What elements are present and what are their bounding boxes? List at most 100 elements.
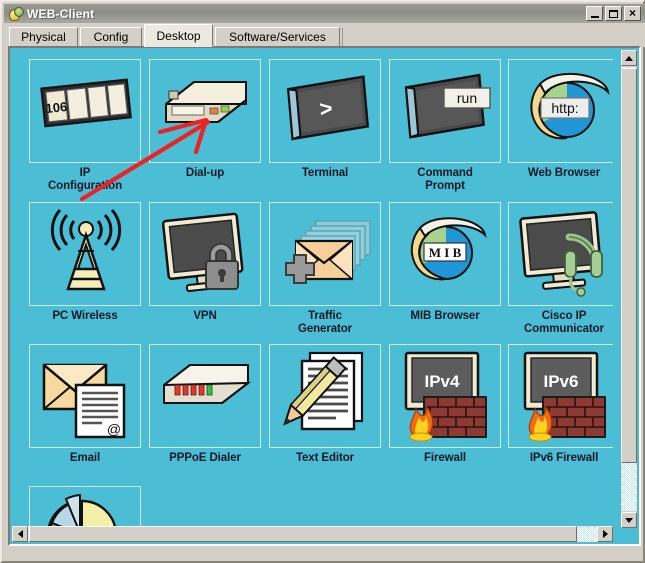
vpn-iconbox[interactable] <box>149 202 261 306</box>
pc-wireless-antenna-icon <box>50 209 122 291</box>
label-line-1: Firewall <box>423 452 467 464</box>
horizontal-scroll-thumb[interactable] <box>29 526 577 542</box>
label-line-1: Cisco IP <box>541 310 587 322</box>
email-envelope-icon: @ <box>42 363 126 439</box>
desktop-item-web-browser[interactable]: http: Web Browser <box>508 59 613 180</box>
pppoe-dialer-icon <box>163 364 252 404</box>
web-browser-iconbox[interactable]: http: <box>508 59 613 163</box>
desktop-item-command-prompt[interactable]: run Command Prompt <box>389 59 501 193</box>
text-editor-iconbox[interactable] <box>269 344 381 448</box>
pie-chart-iconbox[interactable] <box>29 486 141 528</box>
desktop-item-label: Terminal <box>269 167 381 180</box>
traffic-generator-icon <box>285 220 371 284</box>
dial-up-modem-icon <box>165 81 247 123</box>
label-line-1: MIB Browser <box>410 310 480 322</box>
web-client-window: WEB-Client × Physical Config Desktop Sof… <box>0 0 645 563</box>
desktop-item-label: Traffic Generator <box>269 310 381 336</box>
firewall-icon: IPv4 <box>404 351 487 442</box>
desktop-item-label: PPPoE Dialer <box>149 452 261 465</box>
terminal-badge: > <box>319 95 334 121</box>
mib-browser-globe-icon: M I B <box>410 217 487 281</box>
desktop-item-pppoe-dialer[interactable]: PPPoE Dialer <box>149 344 261 465</box>
packet-tracer-icon <box>8 6 24 21</box>
ipv6-firewall-badge: IPv6 <box>544 372 579 391</box>
label-line-1: Terminal <box>301 167 349 179</box>
desktop-item-traffic-generator[interactable]: Traffic Generator <box>269 202 381 336</box>
close-button[interactable]: × <box>624 6 641 21</box>
label-line-2: Generator <box>297 323 353 335</box>
label-line-1: PPPoE Dialer <box>169 452 241 464</box>
tab-separator <box>342 28 343 46</box>
desktop-item-label: Text Editor <box>269 452 381 465</box>
web-browser-badge: http: <box>551 100 578 116</box>
desktop-item-ip-configuration[interactable]: 106 IP Configuration <box>29 59 141 193</box>
pie-chart-icon <box>47 493 117 528</box>
mib-browser-iconbox[interactable]: M I B <box>389 202 501 306</box>
minimize-button[interactable] <box>586 6 603 21</box>
pppoe-dialer-iconbox[interactable] <box>149 344 261 448</box>
cisco-ip-communicator-icon <box>519 211 603 297</box>
desktop-item-mib-browser[interactable]: M I B MIB Browser <box>389 202 501 323</box>
chevron-right-icon <box>602 530 608 538</box>
desktop-item-terminal[interactable]: > Terminal <box>269 59 381 180</box>
firewall-iconbox[interactable]: IPv4 <box>389 344 501 448</box>
maximize-button[interactable] <box>605 6 622 21</box>
vpn-monitor-lock-icon <box>161 212 244 292</box>
ipv6-firewall-iconbox[interactable]: IPv6 <box>508 344 613 448</box>
ip-configuration-iconbox[interactable]: 106 <box>29 59 141 163</box>
desktop-item-label: VPN <box>149 310 261 323</box>
window-title: WEB-Client <box>27 6 95 21</box>
chevron-left-icon <box>17 530 23 538</box>
terminal-iconbox[interactable]: > <box>269 59 381 163</box>
tab-desktop[interactable]: Desktop <box>144 24 213 47</box>
vertical-scrollbar[interactable] <box>621 50 637 528</box>
label-line-1: IPv6 Firewall <box>529 452 599 464</box>
dial-up-iconbox[interactable] <box>149 59 261 163</box>
tab-software-services[interactable]: Software/Services <box>215 27 340 47</box>
desktop-item-text-editor[interactable]: Text Editor <box>269 344 381 465</box>
pc-wireless-iconbox[interactable] <box>29 202 141 306</box>
tab-config[interactable]: Config <box>80 27 142 47</box>
horizontal-scrollbar[interactable] <box>12 526 613 542</box>
desktop-item-label: MIB Browser <box>389 310 501 323</box>
desktop-item-email[interactable]: @ Email <box>29 344 141 465</box>
ip-configuration-icon: 106 <box>40 78 132 128</box>
desktop-icon-grid: 106 IP Configuration Dial-up > Terminal … <box>12 50 613 528</box>
desktop-item-pc-wireless[interactable]: PC Wireless <box>29 202 141 323</box>
scroll-left-button[interactable] <box>12 526 28 542</box>
label-line-1: Dial-up <box>185 167 225 179</box>
desktop-item-firewall[interactable]: IPv4 Firewall <box>389 344 501 465</box>
vertical-scroll-thumb[interactable] <box>621 68 637 463</box>
email-iconbox[interactable]: @ <box>29 344 141 448</box>
desktop-item-label: IP Configuration <box>29 167 141 193</box>
label-line-1: VPN <box>193 310 217 322</box>
label-line-1: Text Editor <box>295 452 355 464</box>
desktop-panel: 106 IP Configuration Dial-up > Terminal … <box>8 46 641 546</box>
web-browser-globe-icon: http: <box>530 72 610 140</box>
chevron-down-icon <box>625 517 633 523</box>
ipv6-firewall-icon: IPv6 <box>523 351 606 442</box>
desktop-item-label: Cisco IP Communicator <box>508 310 613 336</box>
tab-physical[interactable]: Physical <box>9 27 78 47</box>
scroll-right-button[interactable] <box>597 526 613 542</box>
scroll-up-button[interactable] <box>621 50 637 66</box>
desktop-item-vpn[interactable]: VPN <box>149 202 261 323</box>
desktop-item-label: PC Wireless <box>29 310 141 323</box>
desktop-item-label: Command Prompt <box>389 167 501 193</box>
label-line-1: Traffic <box>308 310 342 322</box>
command-prompt-iconbox[interactable]: run <box>389 59 501 163</box>
text-editor-pencil-icon <box>283 351 364 431</box>
desktop-item-cisco-ip-communicator[interactable]: Cisco IP Communicator <box>508 202 613 336</box>
ip-configuration-badge: 106 <box>45 99 68 116</box>
mib-browser-badge: M I B <box>429 245 462 260</box>
label-line-2: Configuration <box>47 180 123 192</box>
traffic-generator-iconbox[interactable] <box>269 202 381 306</box>
desktop-item-ipv6-firewall[interactable]: IPv6 IPv6 Firewall <box>508 344 613 465</box>
command-prompt-badge: run <box>457 90 477 106</box>
cisco-ip-communicator-iconbox[interactable] <box>508 202 613 306</box>
desktop-item-dial-up[interactable]: Dial-up <box>149 59 261 180</box>
desktop-item-label: Dial-up <box>149 167 261 180</box>
scroll-down-button[interactable] <box>621 512 637 528</box>
title-bar[interactable]: WEB-Client × <box>4 4 645 23</box>
desktop-item-pie-chart[interactable] <box>29 486 141 528</box>
